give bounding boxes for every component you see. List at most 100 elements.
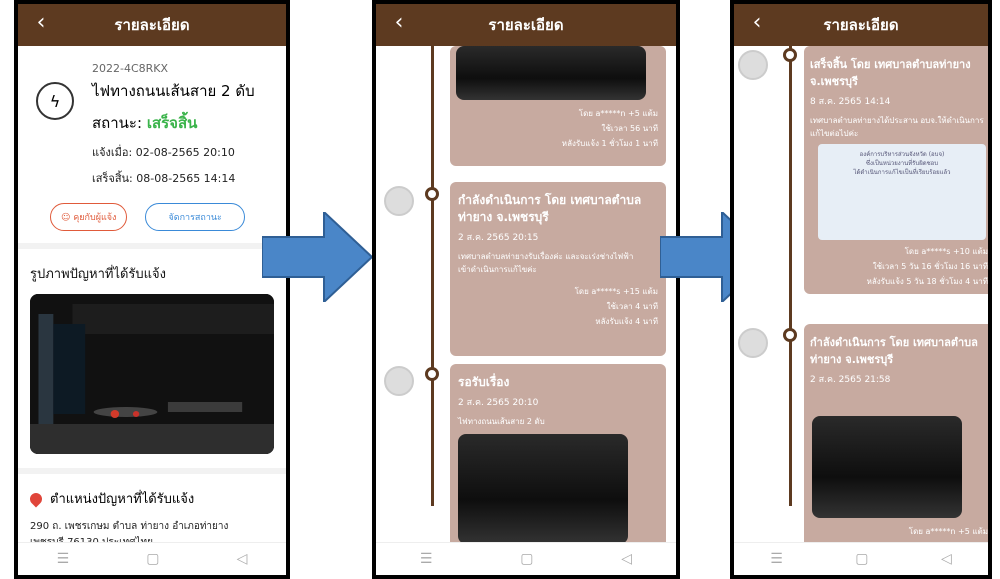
night-street-image — [30, 294, 274, 454]
card-title-2: จ.เพชรบุรี — [810, 75, 858, 88]
report-code: 2022-4C8RKX — [92, 62, 169, 75]
card-title: เสร็จสิ้น โดย เทศบาลตำบลท่ายาง — [810, 58, 971, 71]
timeline-photo[interactable] — [812, 416, 962, 518]
points-text: โดย a*****n +5 แต้ม — [578, 109, 658, 118]
manage-status-button[interactable]: จัดการสถานะ — [145, 203, 245, 231]
timeline-card-completed: โดย a*****n +5 แต้ม ใช้เวลา 56 นาที หลัง… — [450, 46, 666, 166]
system-nav-bar: ☰ ▢ ◁ — [376, 542, 676, 575]
location-title: ตำแหน่งปัญหาที่ได้รับแจ้ง — [50, 492, 195, 507]
photo-section-title: รูปภาพปัญหาที่ได้รับแจ้ง — [30, 267, 166, 282]
duration-text: ใช้เวลา 4 นาที — [606, 302, 658, 311]
timeline-card-completed: เสร็จสิ้น โดย เทศบาลตำบลท่ายาง จ.เพชรบุร… — [804, 46, 988, 294]
timeline-meta: โดย a*****n +5 แต้ม — [909, 524, 988, 539]
status-row: สถานะ: เสร็จสิ้น — [92, 111, 272, 135]
card-body: ไฟทางถนนเส้นสาย 2 ดับ — [458, 417, 545, 426]
chat-with-reporter-button[interactable]: ☺ คุยกับผู้แจ้ง — [50, 203, 128, 231]
home-icon[interactable]: ▢ — [855, 551, 868, 567]
address-line-1: 290 ถ. เพชรเกษม ตำบล ท่ายาง อำเภอท่ายาง — [30, 521, 229, 532]
card-title: กำลังดำเนินการ โดย เทศบาลตำบล — [458, 193, 642, 207]
points-text: โดย a*****s +15 แต้ม — [574, 287, 658, 296]
timeline: เสร็จสิ้น โดย เทศบาลตำบลท่ายาง จ.เพชรบุร… — [734, 46, 988, 543]
points-text: โดย a*****n +5 แต้ม — [908, 527, 988, 536]
menu-icon[interactable]: ☰ — [420, 551, 433, 567]
card-title-2: ท่ายาง จ.เพชรบุรี — [458, 210, 549, 224]
card-date: 8 ส.ค. 2565 14:14 — [810, 97, 891, 107]
card-date: 2 ส.ค. 2565 20:10 — [458, 398, 539, 408]
screen-timeline: ‹ รายละเอียด โดย a*****n +5 แต้ม ใช้เวลา… — [376, 4, 676, 575]
report-summary: ϟ 2022-4C8RKX ไฟทางถนนเส้นสาย 2 ดับ สถาน… — [18, 46, 286, 195]
after-report-text: หลังรับแจ้ง 5 วัน 18 ชั่วโมง 4 นาที — [866, 277, 988, 286]
timeline-card-pending: รอรับเรื่อง 2 ส.ค. 2565 20:10 ไฟทางถนนเส… — [450, 364, 666, 543]
after-report-text: หลังรับแจ้ง 4 นาที — [595, 317, 658, 326]
chevron-left-icon[interactable]: ‹ — [386, 10, 412, 35]
timeline-photo[interactable] — [458, 434, 628, 543]
page-title: รายละเอียด — [488, 16, 564, 34]
duration-text: ใช้เวลา 5 วัน 16 ชั่วโมง 16 นาที — [872, 262, 988, 271]
phone-screen-timeline-1: ‹ รายละเอียด โดย a*****n +5 แต้ม ใช้เวลา… — [372, 0, 680, 579]
problem-photo[interactable] — [30, 294, 274, 454]
card-body: เทศบาลตำบลท่ายางได้ประสาน อบจ.ให้ดำเนินก… — [810, 114, 988, 140]
doc-line-2: ซึ่งเป็นหน่วยงานที่รับผิดชอบ — [865, 160, 939, 167]
system-nav-bar: ☰ ▢ ◁ — [734, 542, 988, 575]
home-icon[interactable]: ▢ — [520, 551, 533, 567]
timeline-meta: โดย a*****s +15 แต้ม ใช้เวลา 4 นาที หลัง… — [458, 284, 658, 329]
card-body-line-2: เข้าดำเนินการแก้ไขค่ะ — [458, 265, 537, 274]
avatar — [738, 328, 768, 358]
arrow-right-icon — [262, 212, 374, 302]
avatar — [384, 186, 414, 216]
timeline-meta: โดย a*****s +10 แต้ม ใช้เวลา 5 วัน 16 ชั… — [867, 244, 988, 289]
timeline-photo[interactable] — [456, 46, 646, 100]
timeline-card-in-progress: กำลังดำเนินการ โดย เทศบาลตำบล ท่ายาง จ.เ… — [450, 182, 666, 356]
document-text: องค์การบริหารส่วนจังหวัด (อบจ) ซึ่งเป็นห… — [818, 144, 986, 183]
menu-icon[interactable]: ☰ — [57, 551, 70, 567]
map-pin-icon — [27, 490, 45, 507]
phone-screen-timeline-2: ‹ รายละเอียด เสร็จสิ้น โดย เทศบาลตำบลท่า… — [730, 0, 992, 579]
location-section-title: ตำแหน่งปัญหาที่ได้รับแจ้ง — [18, 474, 286, 515]
doc-line-1: องค์การบริหารส่วนจังหวัด (อบจ) — [859, 151, 945, 158]
screen-detail: ‹ รายละเอียด ϟ 2022-4C8RKX ไฟทางถนนเส้นส… — [18, 4, 286, 575]
timeline-line — [789, 46, 792, 506]
chevron-left-icon[interactable]: ‹ — [28, 10, 54, 35]
card-body: เทศบาลตำบลท่ายางรับเรื่องค่ะ และจะเร่งช่… — [458, 250, 658, 276]
back-triangle-icon[interactable]: ◁ — [621, 551, 632, 567]
back-triangle-icon[interactable]: ◁ — [941, 551, 952, 567]
timeline-meta: โดย a*****n +5 แต้ม ใช้เวลา 56 นาที หลัง… — [562, 106, 658, 151]
chat-button-label: คุยกับผู้แจ้ง — [73, 213, 117, 223]
page-title: รายละเอียด — [114, 16, 190, 34]
card-body-line-1: เทศบาลตำบลท่ายางรับเรื่องค่ะ และจะเร่งช่… — [458, 252, 634, 261]
timeline-dot — [425, 187, 439, 201]
document-photo[interactable]: องค์การบริหารส่วนจังหวัด (อบจ) ซึ่งเป็นห… — [818, 144, 986, 240]
chevron-left-icon[interactable]: ‹ — [744, 10, 770, 35]
timeline-line — [431, 46, 434, 506]
back-triangle-icon[interactable]: ◁ — [237, 551, 248, 567]
page-title: รายละเอียด — [823, 16, 899, 34]
phone-screen-detail: ‹ รายละเอียด ϟ 2022-4C8RKX ไฟทางถนนเส้นส… — [14, 0, 290, 579]
status-label: สถานะ: — [92, 114, 143, 132]
doc-line-3: ได้ดำเนินการแก้ไขเป็นที่เรียบร้อยแล้ว — [853, 169, 951, 176]
app-bar: ‹ รายละเอียด — [376, 4, 676, 46]
reported-date: แจ้งเมื่อ: 02-08-2565 20:10 — [92, 146, 235, 159]
avatar — [384, 366, 414, 396]
home-icon[interactable]: ▢ — [146, 551, 159, 567]
app-bar: ‹ รายละเอียด — [734, 4, 988, 46]
screen-timeline: ‹ รายละเอียด เสร็จสิ้น โดย เทศบาลตำบลท่า… — [734, 4, 988, 575]
timeline-dot — [783, 48, 797, 62]
finished-date: เสร็จสิ้น: 08-08-2565 14:14 — [92, 172, 236, 185]
lightning-icon: ϟ — [36, 82, 74, 120]
card-body-line-1: เทศบาลตำบลท่ายางได้ประสาน อบจ.ให้ดำเนินก… — [810, 116, 984, 125]
card-title: กำลังดำเนินการ โดย เทศบาลตำบล — [810, 336, 978, 349]
card-title-2: ท่ายาง จ.เพชรบุรี — [810, 353, 894, 366]
duration-text: ใช้เวลา 56 นาที — [601, 124, 658, 133]
app-bar: ‹ รายละเอียด — [18, 4, 286, 46]
card-body-line-2: แก้ไขต่อไปค่ะ — [810, 129, 859, 138]
points-text: โดย a*****s +10 แต้ม — [904, 247, 988, 256]
timeline-card-in-progress: กำลังดำเนินการ โดย เทศบาลตำบล ท่ายาง จ.เ… — [804, 324, 988, 543]
avatar — [738, 50, 768, 80]
timeline-dot — [783, 328, 797, 342]
status-value: เสร็จสิ้น — [146, 114, 198, 132]
menu-icon[interactable]: ☰ — [770, 551, 783, 567]
system-nav-bar: ☰ ▢ ◁ — [18, 542, 286, 575]
timeline-dot — [425, 367, 439, 381]
after-report-text: หลังรับแจ้ง 1 ชั่วโมง 1 นาที — [561, 139, 658, 148]
timeline: โดย a*****n +5 แต้ม ใช้เวลา 56 นาที หลัง… — [376, 46, 676, 543]
